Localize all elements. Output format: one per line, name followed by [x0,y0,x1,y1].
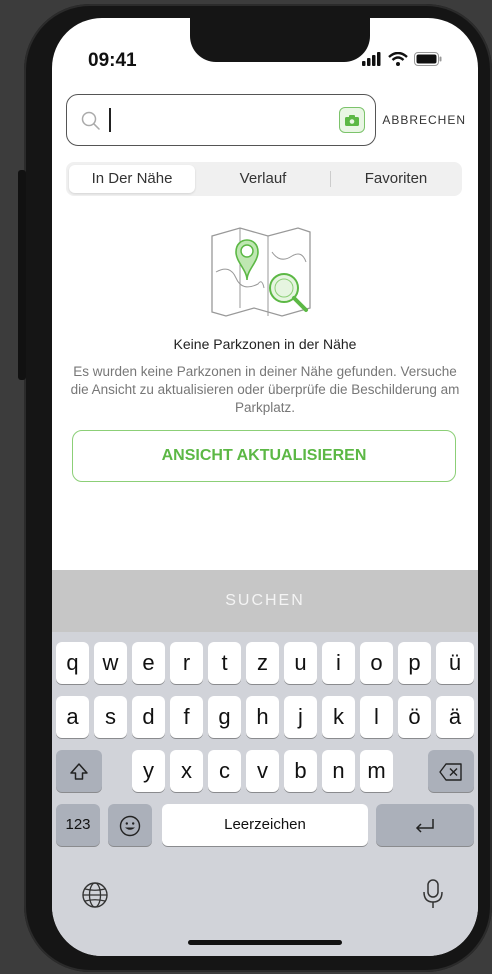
text-caret [109,108,111,132]
tab-favorites[interactable]: Favoriten [332,165,460,193]
microphone-icon[interactable] [422,878,444,910]
shift-icon [70,763,88,780]
key-m[interactable]: m [360,750,393,792]
shift-key[interactable] [56,750,102,792]
key-z[interactable]: z [246,642,279,684]
segment-divider [330,171,331,187]
map-search-illustration [211,227,311,317]
refresh-view-button[interactable]: ANSICHT AKTUALISIEREN [72,430,456,482]
key-f[interactable]: f [170,696,203,738]
cellular-signal-icon [362,52,381,66]
tab-nearby[interactable]: In Der Nähe [69,165,195,193]
status-icons [362,52,442,66]
key-y[interactable]: y [132,750,165,792]
search-input[interactable] [113,105,337,137]
key-v[interactable]: v [246,750,279,792]
key-d[interactable]: d [132,696,165,738]
key-x[interactable]: x [170,750,203,792]
key-a[interactable]: a [56,696,89,738]
key-ae[interactable]: ä [436,696,474,738]
backspace-icon [439,763,462,781]
tab-history[interactable]: Verlauf [198,165,328,193]
key-c[interactable]: c [208,750,241,792]
key-k[interactable]: k [322,696,355,738]
screen: 09:41 ABBRECHEN In Der Nähe Verlauf Favo… [52,18,478,956]
battery-icon [414,52,442,66]
search-submit-button[interactable]: SUCHEN [52,570,478,632]
return-icon [415,819,434,833]
space-key[interactable]: Leerzeichen [162,804,368,846]
keyboard: q w e r t z u i o p ü a s d f g h j k l … [52,632,478,956]
key-r[interactable]: r [170,642,203,684]
search-field[interactable] [66,94,376,146]
key-oe[interactable]: ö [398,696,431,738]
cancel-button[interactable]: ABBRECHEN [382,113,466,127]
key-u[interactable]: u [284,642,317,684]
search-icon [81,111,100,130]
key-t[interactable]: t [208,642,241,684]
notch [190,18,370,62]
key-s[interactable]: s [94,696,127,738]
key-l[interactable]: l [360,696,393,738]
key-e[interactable]: e [132,642,165,684]
wifi-icon [388,52,408,66]
globe-icon[interactable] [80,880,110,910]
return-key[interactable] [376,804,474,846]
home-indicator [188,940,342,945]
key-g[interactable]: g [208,696,241,738]
emoji-key[interactable] [108,804,152,846]
empty-state-message: Es wurden keine Parkzonen in deiner Nähe… [70,364,460,415]
key-j[interactable]: j [284,696,317,738]
key-w[interactable]: w [94,642,127,684]
camera-scan-button[interactable] [339,107,365,133]
camera-icon [345,114,359,126]
key-n[interactable]: n [322,750,355,792]
key-b[interactable]: b [284,750,317,792]
delete-key[interactable] [428,750,474,792]
numbers-key[interactable]: 123 [56,804,100,846]
key-o[interactable]: o [360,642,393,684]
key-q[interactable]: q [56,642,89,684]
empty-state-title: Keine Parkzonen in der Nähe [173,336,357,352]
key-i[interactable]: i [322,642,355,684]
segmented-control: In Der Nähe Verlauf Favoriten [66,162,462,196]
key-ue[interactable]: ü [436,642,474,684]
key-p[interactable]: p [398,642,431,684]
side-button [18,170,26,380]
emoji-icon [119,815,141,837]
key-h[interactable]: h [246,696,279,738]
status-time: 09:41 [88,50,137,71]
